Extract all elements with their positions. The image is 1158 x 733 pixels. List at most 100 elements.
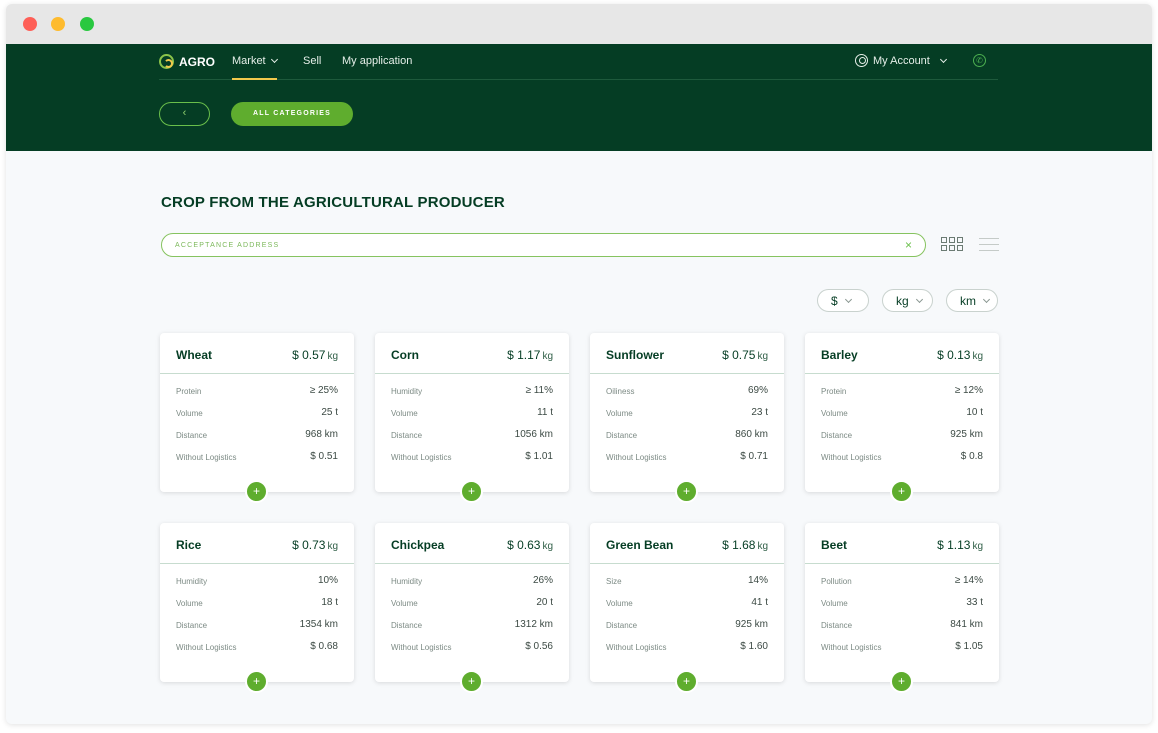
spec-value: 14% (747, 575, 768, 586)
price-value: $ 1.17 (507, 348, 541, 362)
spec-row: Oiliness 69% (606, 385, 768, 399)
add-button[interactable]: + (245, 480, 268, 503)
product-card[interactable]: Green Bean $ 1.68 kg Size 14% Volume 41 t D… (590, 523, 784, 693)
nav-my-application[interactable]: My application (342, 55, 412, 67)
spec-row: Protein ≥ 12% (821, 385, 983, 399)
spec-value: 23 t (751, 407, 768, 418)
add-button[interactable]: + (890, 670, 913, 693)
spec-value: 1312 km (514, 619, 553, 630)
add-button[interactable]: + (245, 670, 268, 693)
product-name: Beet (821, 538, 848, 552)
grid-cell (941, 245, 947, 251)
price-unit: kg (972, 351, 983, 362)
card-header: Wheat $ 0.57 kg (160, 333, 354, 374)
spec-label: Humidity (391, 387, 423, 396)
product-name: Chickpea (391, 538, 445, 552)
card-header: Chickpea $ 0.63 kg (375, 523, 569, 564)
product-card[interactable]: Beet $ 1.13 kg Pollution ≥ 14% Volume 33 t … (805, 523, 999, 693)
product-price: $ 0.73 kg (292, 538, 338, 552)
spec-row: Protein ≥ 25% (176, 385, 338, 399)
distance-unit-value: km (960, 293, 976, 308)
product-name: Green Bean (606, 538, 674, 552)
product-price: $ 0.63 kg (507, 538, 553, 552)
weight-unit-select[interactable]: kg (882, 289, 933, 312)
spec-value: 11 t (537, 407, 553, 418)
spec-row: Pollution ≥ 14% (821, 575, 983, 589)
spec-row: Without Logistics $ 0.8 (821, 451, 983, 465)
card-header: Sunflower $ 0.75 kg (590, 333, 784, 374)
agro-logo-icon (159, 54, 174, 69)
spec-value: 10% (317, 575, 338, 586)
spec-label: Volume (821, 599, 848, 608)
spec-label: Volume (176, 409, 203, 418)
product-card[interactable]: Wheat $ 0.57 kg Protein ≥ 25% Volume 25 t D… (160, 333, 354, 503)
nav-sell[interactable]: Sell (303, 55, 321, 67)
product-card[interactable]: Sunflower $ 0.75 kg Oiliness 69% Volume 23 … (590, 333, 784, 503)
spec-value: ≥ 25% (309, 385, 338, 396)
grid-view-icon[interactable] (941, 237, 963, 253)
price-value: $ 1.68 (722, 538, 756, 552)
spec-row: Distance 1354 km (176, 619, 338, 633)
spec-label: Humidity (176, 577, 208, 586)
spec-value: ≥ 11% (525, 385, 553, 396)
spec-row: Humidity 26% (391, 575, 553, 589)
card-header: Corn $ 1.17 kg (375, 333, 569, 374)
clear-icon[interactable]: × (905, 237, 912, 253)
close-window-icon[interactable] (23, 17, 37, 31)
phone-icon[interactable]: ✆ (973, 54, 986, 67)
logo-text: AGRO (179, 54, 215, 69)
product-card[interactable]: Corn $ 1.17 kg Humidity ≥ 11% Volume 11 t D… (375, 333, 569, 503)
add-button[interactable]: + (675, 480, 698, 503)
spec-value: 10 t (966, 407, 983, 418)
product-card[interactable]: Rice $ 0.73 kg Humidity 10% Volume 18 t Dis… (160, 523, 354, 693)
spec-row: Volume 25 t (176, 407, 338, 421)
chevron-down-icon (270, 55, 278, 64)
spec-label: Distance (391, 621, 423, 630)
spec-label: Distance (176, 621, 208, 630)
spec-label: Protein (821, 387, 847, 396)
spec-row: Without Logistics $ 0.71 (606, 451, 768, 465)
spec-value: $ 1.05 (955, 641, 983, 652)
maximize-window-icon[interactable] (80, 17, 94, 31)
agro-logo[interactable]: AGRO (159, 54, 215, 69)
window-titlebar (6, 4, 1152, 44)
nav-market[interactable]: Market (232, 55, 278, 80)
list-line (979, 250, 999, 251)
spec-label: Distance (606, 431, 638, 440)
spec-value: 69% (747, 385, 768, 396)
spec-row: Volume 11 t (391, 407, 553, 421)
price-value: $ 1.13 (937, 538, 971, 552)
product-card[interactable]: Chickpea $ 0.63 kg Humidity 26% Volume 20 t… (375, 523, 569, 693)
add-button[interactable]: + (890, 480, 913, 503)
browser-window: AGRO Market Sell My application My Accou… (6, 4, 1152, 724)
spec-value: $ 0.71 (740, 451, 768, 462)
product-card[interactable]: Barley $ 0.13 kg Protein ≥ 12% Volume 10 t … (805, 333, 999, 503)
card-header: Beet $ 1.13 kg (805, 523, 999, 564)
spec-label: Without Logistics (606, 453, 667, 462)
account-menu[interactable]: My Account (855, 54, 947, 67)
minimize-window-icon[interactable] (51, 17, 65, 31)
back-button[interactable]: ‹ (159, 102, 210, 126)
list-view-icon[interactable] (979, 238, 999, 252)
distance-unit-select[interactable]: km (946, 289, 998, 312)
all-categories-button[interactable]: ALL CATEGORIES (231, 102, 353, 126)
spec-label: Protein (176, 387, 202, 396)
spec-value: 41 t (751, 597, 768, 608)
currency-select[interactable]: $ (817, 289, 869, 312)
acceptance-address-input[interactable] (175, 234, 875, 256)
spec-label: Without Logistics (821, 453, 882, 462)
add-button[interactable]: + (460, 670, 483, 693)
add-button[interactable]: + (675, 670, 698, 693)
spec-row: Volume 33 t (821, 597, 983, 611)
grid-cell (957, 245, 963, 251)
product-price: $ 0.75 kg (722, 348, 768, 362)
card-header: Green Bean $ 1.68 kg (590, 523, 784, 564)
page-title: CROP FROM THE AGRICULTURAL PRODUCER (161, 194, 505, 211)
spec-value: 33 t (966, 597, 983, 608)
add-button[interactable]: + (460, 480, 483, 503)
spec-value: 925 km (950, 429, 983, 440)
grid-cell (957, 237, 963, 243)
grid-cell (941, 237, 947, 243)
spec-row: Distance 968 km (176, 429, 338, 443)
spec-row: Volume 18 t (176, 597, 338, 611)
